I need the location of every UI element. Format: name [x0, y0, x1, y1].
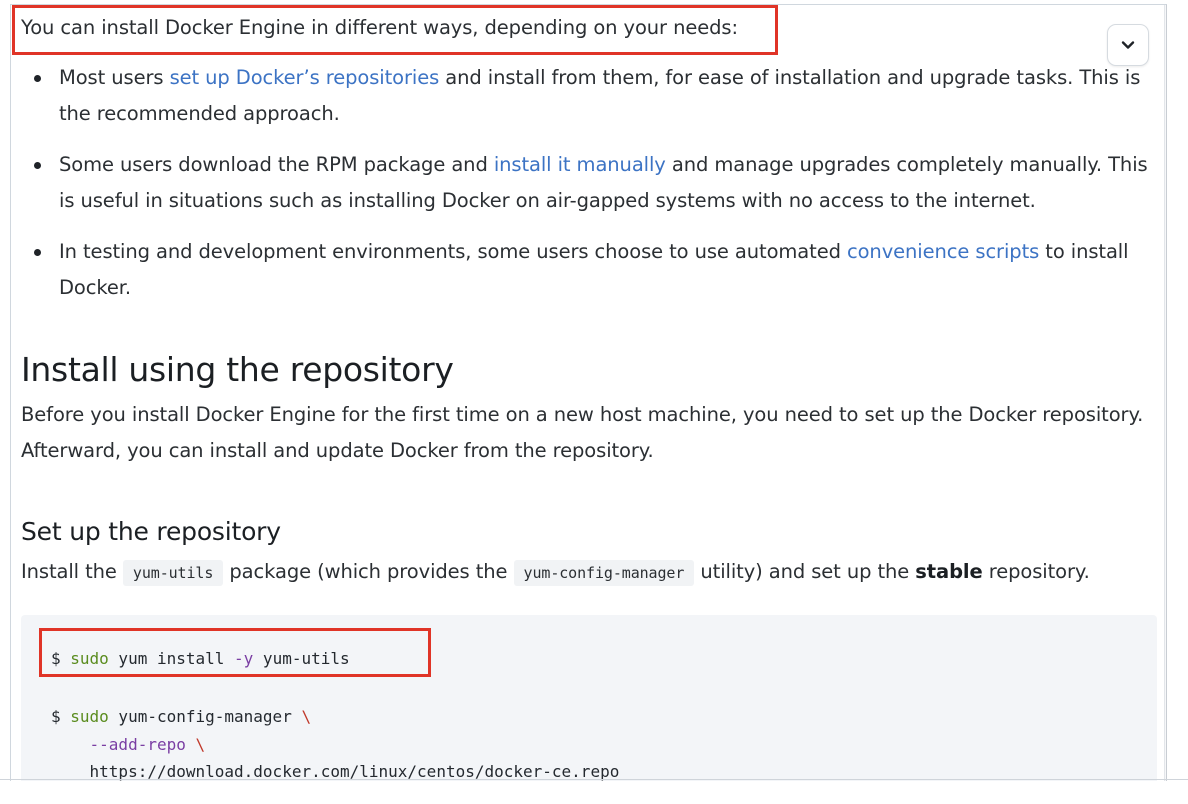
- list-item-text: Most users: [59, 66, 170, 89]
- code-flag: --add-repo: [51, 735, 186, 754]
- inline-code-yum-utils: yum-utils: [122, 560, 224, 586]
- list-item: Most users set up Docker’s repositories …: [59, 60, 1159, 132]
- subsection-body: Install the yum-utils package (which pro…: [21, 554, 1161, 591]
- code-sudo: sudo: [70, 707, 109, 726]
- section-title: Install using the repository: [21, 350, 454, 389]
- strong-stable: stable: [915, 560, 983, 583]
- bullet-dot: [34, 75, 41, 82]
- list-item-text: In testing and development environments,…: [59, 240, 847, 263]
- link-convenience-scripts[interactable]: convenience scripts: [847, 240, 1039, 263]
- code-line-3: --add-repo \: [51, 735, 206, 754]
- list-item-text: Some users download the RPM package and: [59, 153, 494, 176]
- subsection-text: repository.: [982, 560, 1090, 583]
- highlight-box-install-command: [39, 628, 431, 677]
- code-line-2: $ sudo yum-config-manager \: [51, 707, 311, 726]
- list-item: In testing and development environments,…: [59, 234, 1159, 306]
- inline-code-yum-config-manager: yum-config-manager: [513, 560, 695, 586]
- subsection-title: Set up the repository: [21, 517, 281, 546]
- code-text: yum-config-manager: [108, 707, 302, 726]
- divider: [0, 779, 1188, 780]
- bullet-dot: [34, 162, 41, 169]
- code-prompt: $: [51, 707, 71, 726]
- link-install-manually[interactable]: install it manually: [494, 153, 666, 176]
- subsection-text: package (which provides the: [223, 560, 514, 583]
- subsection-text: utility) and set up the: [694, 560, 916, 583]
- chevron-down-icon: [1121, 41, 1135, 49]
- scrollbar[interactable]: [1164, 5, 1166, 781]
- code-continuation: \: [301, 707, 312, 726]
- highlight-box-intro: [12, 5, 778, 55]
- list-item: Some users download the RPM package and …: [59, 147, 1159, 219]
- code-continuation: \: [185, 735, 206, 754]
- link-setup-repositories[interactable]: set up Docker’s repositories: [170, 66, 440, 89]
- section-body: Before you install Docker Engine for the…: [21, 403, 1144, 462]
- bullet-dot: [34, 249, 41, 256]
- subsection-text: Install the: [21, 560, 123, 583]
